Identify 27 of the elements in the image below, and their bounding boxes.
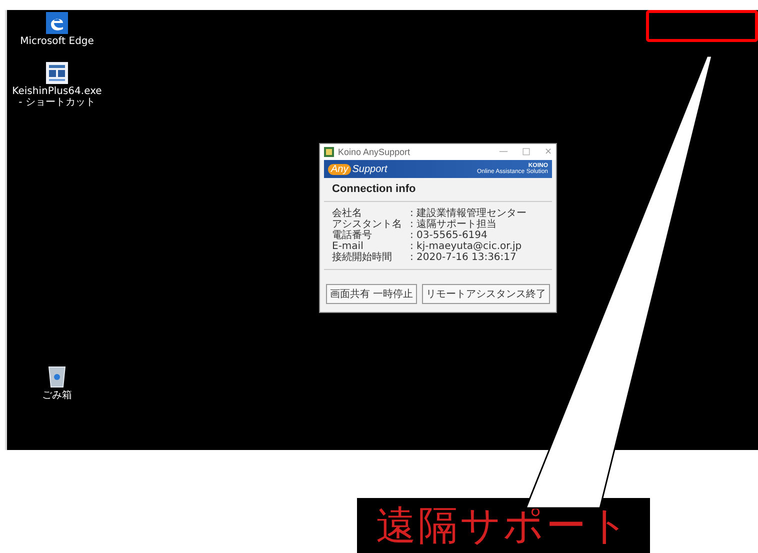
field-label: 会社名 [332,208,363,219]
field-value: : 2020-7-16 13:36:17 [410,252,518,263]
window-title: Koino AnySupport [338,147,412,157]
trash-icon [47,364,67,388]
field-label: 接続開始時間 [332,252,393,263]
window-control[interactable]: × [544,147,552,157]
field-label: E-mail [332,241,364,252]
dialog-heading: Connection info [324,178,552,202]
window-control[interactable]: □ [522,147,530,157]
logo-text: Support [352,164,388,174]
field-label: 電話番号 [332,230,373,241]
app-icon [46,62,68,84]
field-value: : 建設業情報管理センター [410,208,528,219]
icon-label: ごみ箱 [41,390,73,401]
dialog-button[interactable]: リモートアシスタンス終了 [422,284,550,304]
field-label: アシスタント名 [332,219,402,230]
dialog-button[interactable]: 画面共有 一時停止 [326,284,418,304]
icon-label: Microsoft Edge [19,36,95,48]
field-value: : 遠隔サポート担当 [410,219,498,230]
edge-icon [46,12,68,34]
window-control[interactable]: — [498,147,508,157]
callout-text: 遠隔サポート [376,506,631,546]
icon-label: KeishinPlus64.exe - ショートカット [11,86,103,108]
field-value: : 03-5565-6194 [410,230,488,241]
field-value: : kj-maeyuta@cic.or.jp [410,241,523,252]
logo-any: Any [328,164,352,174]
app-icon [324,147,334,157]
